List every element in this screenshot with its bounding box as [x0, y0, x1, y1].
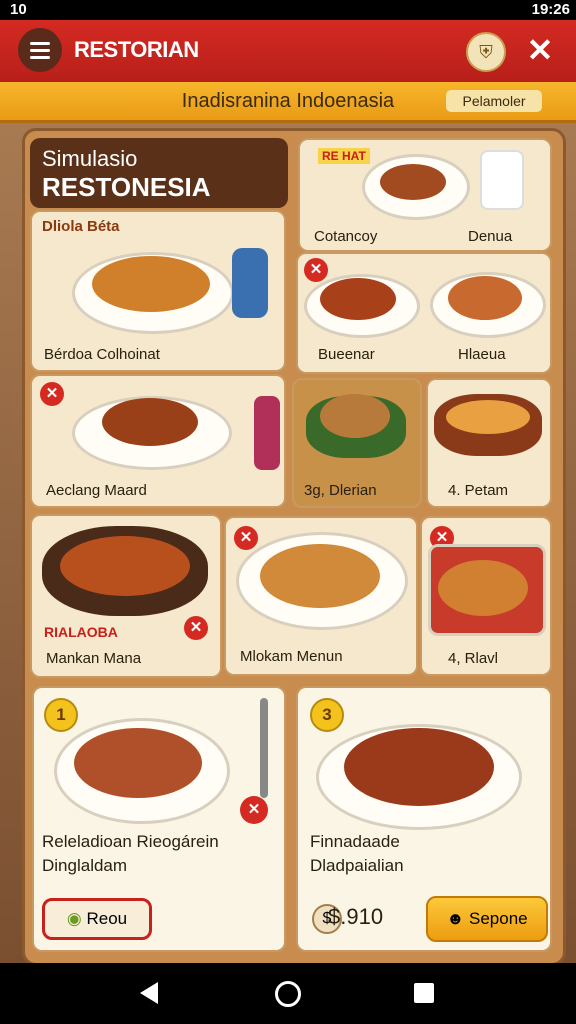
- price-label: $.910: [328, 904, 384, 929]
- dish-name: Aeclang Maard: [46, 482, 147, 499]
- dish-name: Hlaeua: [458, 346, 506, 363]
- dish-card[interactable]: ✕ 4, Rlavl: [420, 516, 552, 676]
- featured-card[interactable]: 3 Finnadaade Dladpaialian $ $.910 ☻ Sepo…: [296, 686, 552, 952]
- remove-icon[interactable]: ✕: [184, 616, 208, 640]
- menu-icon: [30, 42, 50, 45]
- dish-name: Cotancoy: [314, 228, 378, 245]
- remove-icon[interactable]: ✕: [304, 258, 328, 282]
- dish-card[interactable]: 4. Petam: [426, 378, 552, 508]
- buy-icon: ☻: [446, 909, 465, 928]
- chef-figure: [232, 248, 268, 318]
- order-icon: ◉: [66, 909, 82, 928]
- dish-tag: Dliola Béta: [42, 218, 120, 235]
- game-title-line2: RESTONESIA: [42, 172, 211, 202]
- system-nav-bar: [0, 963, 576, 1024]
- shield-badge-icon: ⛨: [479, 42, 493, 62]
- featured-title: Finnadaade: [310, 832, 400, 851]
- dish-food: [320, 394, 390, 438]
- shield-badge-button[interactable]: ⛨: [466, 32, 506, 72]
- dish-card[interactable]: 3g, Dlerian: [292, 378, 422, 508]
- featured-title: Releladioan Rieogárein: [42, 832, 219, 851]
- dish-card[interactable]: ✕ Aeclang Maard: [30, 374, 286, 508]
- dish-card[interactable]: RIALAOBA ✕ Mankan Mana: [30, 514, 222, 678]
- remove-icon[interactable]: ✕: [240, 796, 268, 824]
- recent-apps-icon[interactable]: [414, 983, 434, 1003]
- featured-subtitle: Dinglaldam: [42, 856, 128, 875]
- category-banner: Inadisranina Indoenasia Pelamoler: [0, 82, 576, 123]
- dish-food: [446, 400, 530, 434]
- girl-figure: [254, 396, 280, 470]
- app-bar: RESTORIAN ⛨ ✕: [0, 20, 576, 82]
- menu-button[interactable]: [18, 28, 62, 72]
- close-button[interactable]: ✕: [522, 32, 558, 68]
- dish-food: [448, 276, 522, 320]
- dish-food: [102, 398, 198, 446]
- dish-name: 4, Rlavl: [448, 650, 499, 667]
- dish-food: [380, 164, 446, 200]
- order-button[interactable]: ◉ Reou: [42, 898, 152, 940]
- remove-icon[interactable]: ✕: [40, 382, 64, 406]
- dish-name: Mankan Mana: [46, 650, 142, 667]
- dish-name: 3g, Dlerian: [304, 482, 377, 499]
- dish-name: Denua: [468, 228, 513, 245]
- dish-tag: RIALAOBA: [44, 624, 118, 640]
- dish-food: [60, 536, 190, 596]
- home-icon[interactable]: [275, 981, 301, 1007]
- dish-card[interactable]: ✕ Mlokam Menun: [224, 516, 418, 676]
- dish-card-top[interactable]: RE HAT Cotancoy Denua: [298, 138, 552, 252]
- remove-icon[interactable]: ✕: [234, 526, 258, 550]
- app-title: RESTORIAN: [74, 37, 199, 62]
- status-left: 10: [10, 1, 27, 18]
- buy-button[interactable]: ☻ Sepone: [426, 896, 548, 942]
- order-label: Reou: [86, 909, 128, 928]
- banner-button[interactable]: Pelamoler: [446, 90, 542, 112]
- dish-card[interactable]: ✕ Bueenar Hlaeua: [296, 252, 552, 374]
- featured-subtitle: Dladpaialian: [310, 856, 404, 875]
- dish-food: [92, 256, 210, 312]
- featured-card[interactable]: 1 ✕ Releladioan Rieogárein Dinglaldam ◉ …: [32, 686, 286, 952]
- rank-badge: 1: [44, 698, 78, 732]
- dish-name: Bueenar: [318, 346, 375, 363]
- drink-glass: [480, 150, 524, 210]
- back-icon[interactable]: [140, 982, 158, 1004]
- buy-label: Sepone: [469, 909, 528, 928]
- dish-food: [260, 544, 380, 608]
- dish-card[interactable]: Dliola Béta Bérdoa Colhoinat: [30, 210, 286, 372]
- special-badge: RE HAT: [318, 148, 370, 164]
- game-title-box: Simulasio RESTONESIA: [30, 138, 288, 208]
- fork-icon: [260, 698, 268, 798]
- dish-name: Bérdoa Colhoinat: [44, 346, 160, 363]
- dish-food: [438, 560, 528, 616]
- dish-food: [344, 728, 494, 806]
- rank-badge: 3: [310, 698, 344, 732]
- dish-name: 4. Petam: [448, 482, 509, 499]
- game-title-line1: Simulasio: [42, 146, 138, 171]
- dish-name: Mlokam Menun: [240, 648, 343, 665]
- dish-food: [320, 278, 396, 320]
- close-icon: ✕: [526, 32, 554, 68]
- status-bar: 10 19:26: [0, 0, 576, 20]
- status-clock: 19:26: [531, 1, 570, 18]
- dish-food: [74, 728, 202, 798]
